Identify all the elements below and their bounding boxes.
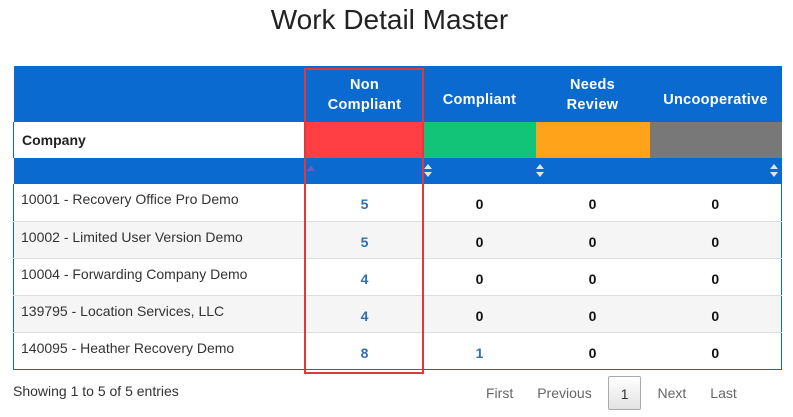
needs-review-count: 0 [535, 258, 650, 296]
uncooperative-count: 0 [649, 332, 782, 370]
pagination: First Previous 1 Next Last [474, 376, 749, 410]
uncooperative-count: 0 [649, 258, 782, 296]
swatch-row: Company [13, 122, 782, 158]
company-name: 10002 - Limited User Version Demo [13, 221, 306, 259]
sort-cell-company [13, 158, 306, 184]
page-title: Work Detail Master [270, 4, 509, 35]
header-non-compliant-line2: Compliant [327, 97, 402, 113]
compliant-count: 0 [423, 184, 536, 222]
header-needs-review-line2: Review [566, 97, 619, 113]
header-needs-review[interactable]: Needs Review [535, 66, 650, 122]
header-uncooperative[interactable]: Uncooperative [649, 66, 782, 122]
sort-cell-uncooperative[interactable] [649, 158, 782, 184]
non-compliant-count-link[interactable]: 4 [305, 295, 424, 333]
sort-cell-non-compliant[interactable] [305, 158, 424, 184]
uncooperative-count: 0 [649, 221, 782, 259]
swatch-compliant [423, 122, 536, 158]
first-page-button[interactable]: First [474, 376, 525, 410]
company-header[interactable]: Company [13, 122, 306, 158]
entries-info: Showing 1 to 5 of 5 entries [13, 383, 179, 399]
table-row: 139795 - Location Services, LLC 4 0 0 0 [13, 295, 782, 333]
previous-page-button[interactable]: Previous [525, 376, 603, 410]
swatch-uncooperative [649, 122, 782, 158]
table-row: 10002 - Limited User Version Demo 5 0 0 … [13, 221, 782, 259]
header-needs-review-line1: Needs [569, 77, 616, 93]
sort-both-icon[interactable] [535, 164, 544, 178]
uncooperative-count: 0 [649, 184, 782, 222]
table-row: 10001 - Recovery Office Pro Demo 5 0 0 0 [13, 184, 782, 222]
header-non-compliant[interactable]: Non Compliant [305, 66, 424, 122]
header-compliant[interactable]: Compliant [423, 66, 536, 122]
company-name: 10001 - Recovery Office Pro Demo [13, 184, 306, 222]
needs-review-count: 0 [535, 221, 650, 259]
last-page-button[interactable]: Last [698, 376, 748, 410]
table-row: 10004 - Forwarding Company Demo 4 0 0 0 [13, 258, 782, 296]
compliant-count: 0 [423, 221, 536, 259]
page-1-button[interactable]: 1 [607, 376, 642, 410]
compliant-count-link[interactable]: 1 [423, 332, 536, 370]
needs-review-count: 0 [535, 184, 650, 222]
swatch-non-compliant [305, 122, 424, 158]
sort-cell-needs-review[interactable] [535, 158, 650, 184]
compliant-count: 0 [423, 295, 536, 333]
sort-row [13, 158, 782, 184]
next-page-button[interactable]: Next [645, 376, 698, 410]
uncooperative-count: 0 [649, 295, 782, 333]
sort-both-icon[interactable] [423, 164, 432, 178]
column-header-row: Non Compliant Compliant Needs Review Unc… [13, 66, 782, 122]
swatch-needs-review [535, 122, 650, 158]
needs-review-count: 0 [535, 332, 650, 370]
sort-cell-compliant[interactable] [423, 158, 536, 184]
work-detail-table: Non Compliant Compliant Needs Review Unc… [13, 66, 782, 370]
header-blank [13, 66, 306, 122]
needs-review-count: 0 [535, 295, 650, 333]
company-name: 140095 - Heather Recovery Demo [13, 332, 306, 370]
header-non-compliant-line1: Non [349, 77, 380, 93]
sort-both-icon[interactable] [769, 164, 778, 178]
non-compliant-count-link[interactable]: 8 [305, 332, 424, 370]
company-name: 10004 - Forwarding Company Demo [13, 258, 306, 296]
company-name: 139795 - Location Services, LLC [13, 295, 306, 333]
compliant-count: 0 [423, 258, 536, 296]
non-compliant-count-link[interactable]: 5 [305, 221, 424, 259]
non-compliant-count-link[interactable]: 4 [305, 258, 424, 296]
non-compliant-count-link[interactable]: 5 [305, 184, 424, 222]
sort-ascending-icon[interactable] [306, 165, 315, 171]
table-row: 140095 - Heather Recovery Demo 8 1 0 0 [13, 332, 782, 370]
